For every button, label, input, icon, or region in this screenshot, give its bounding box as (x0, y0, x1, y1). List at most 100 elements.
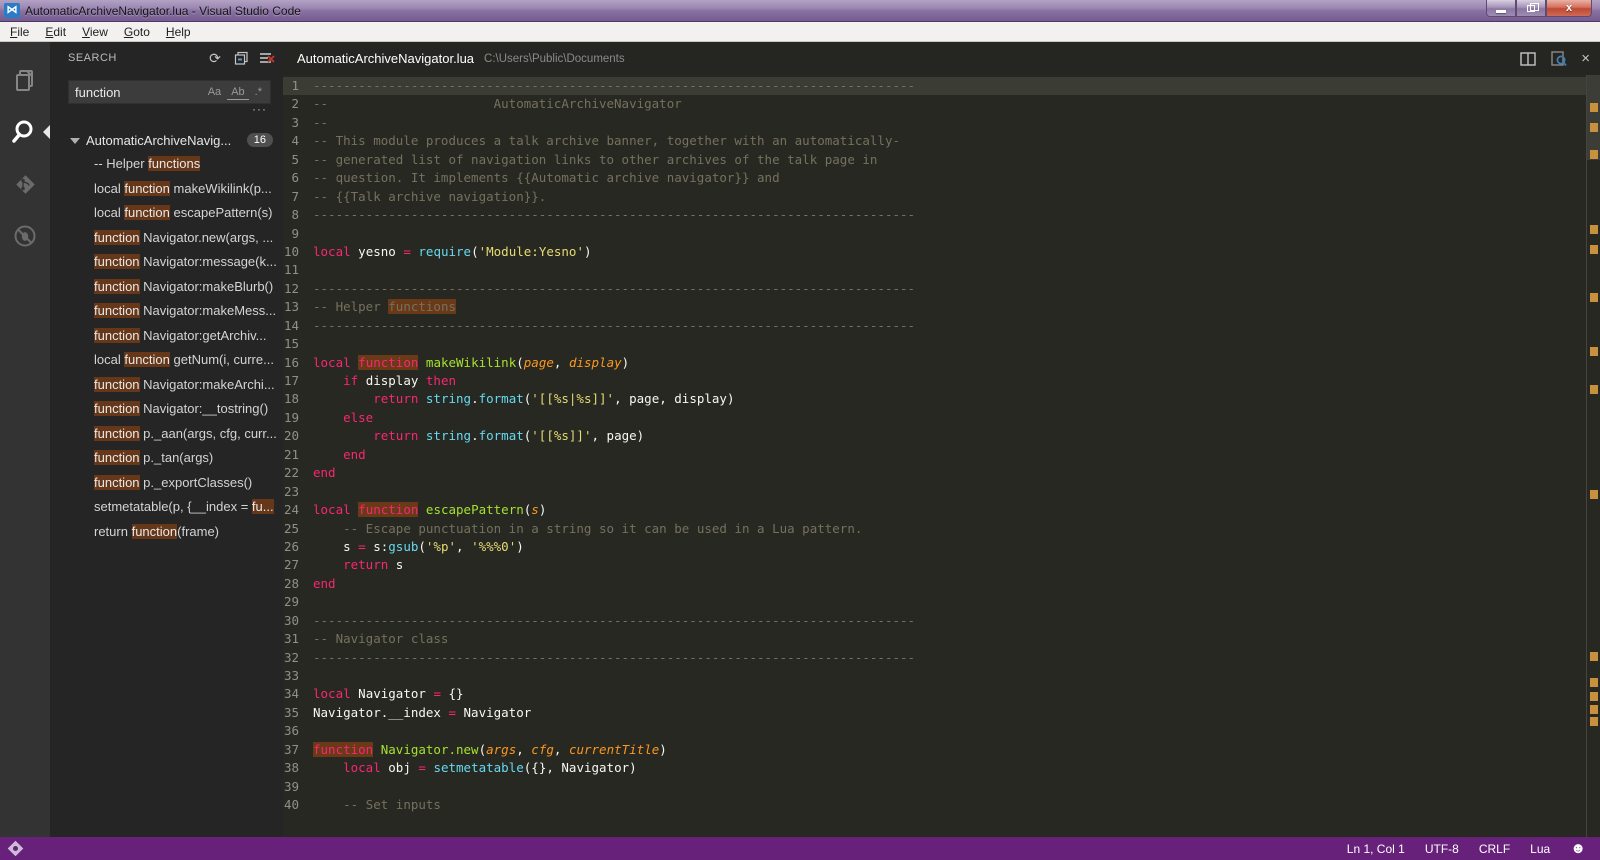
search-input[interactable]: function Aa Ab .* (68, 80, 271, 104)
scrollbar-slider[interactable] (1587, 75, 1600, 160)
code-line-1[interactable]: 1---------------------------------------… (283, 77, 1586, 95)
clear-search-results-icon[interactable] (259, 50, 275, 66)
code-line-18[interactable]: 18 return string.format('[[%s|%s]]', pag… (283, 390, 1586, 408)
code-area[interactable]: 1---------------------------------------… (283, 75, 1586, 837)
menu-item-edit[interactable]: Edit (37, 23, 74, 41)
code-line-22[interactable]: 22end (283, 464, 1586, 482)
search-result-row[interactable]: local function getNum(i, curre... (50, 348, 283, 373)
code-line-6[interactable]: 6-- question. It implements {{Automatic … (283, 169, 1586, 187)
search-result-row[interactable]: function p._exportClasses() (50, 471, 283, 496)
code-line-29[interactable]: 29 (283, 593, 1586, 611)
code-line-16[interactable]: 16local function makeWikilink(page, disp… (283, 354, 1586, 372)
code-line-11[interactable]: 11 (283, 261, 1586, 279)
code-line-8[interactable]: 8---------------------------------------… (283, 206, 1586, 224)
search-result-row[interactable]: function Navigator:__tostring() (50, 397, 283, 422)
whole-word-toggle[interactable]: Ab (227, 85, 248, 100)
code-line-12[interactable]: 12--------------------------------------… (283, 280, 1586, 298)
code-line-15[interactable]: 15 (283, 335, 1586, 353)
feedback-smiley-icon[interactable]: ☻ (1570, 841, 1586, 856)
regex-toggle[interactable]: .* (251, 85, 266, 99)
search-result-row[interactable]: setmetatable(p, {__index = fu... (50, 495, 283, 520)
code-line-5[interactable]: 5-- generated list of navigation links t… (283, 151, 1586, 169)
search-result-row[interactable]: function p._tan(args) (50, 446, 283, 471)
search-result-row[interactable]: function Navigator:message(k... (50, 250, 283, 275)
code-line-38[interactable]: 38 local obj = setmetatable({}, Navigato… (283, 759, 1586, 777)
code-line-40[interactable]: 40 -- Set inputs (283, 796, 1586, 814)
search-result-row[interactable]: function Navigator:makeArchi... (50, 373, 283, 398)
collapse-all-icon[interactable] (233, 50, 249, 66)
code-line-13[interactable]: 13-- Helper functions (283, 298, 1586, 316)
toggle-search-details[interactable]: ··· (252, 104, 267, 120)
code-line-19[interactable]: 19 else (283, 409, 1586, 427)
code-line-17[interactable]: 17 if display then (283, 372, 1586, 390)
search-query-text: function (75, 85, 202, 100)
search-result-row[interactable]: local function makeWikilink(p... (50, 177, 283, 202)
search-result-row[interactable]: function p._aan(args, cfg, curr... (50, 422, 283, 447)
code-line-23[interactable]: 23 (283, 483, 1586, 501)
sidebar-item-explorer[interactable] (0, 54, 50, 106)
search-result-row[interactable]: function Navigator.new(args, ... (50, 226, 283, 251)
code-line-35[interactable]: 35Navigator.__index = Navigator (283, 704, 1586, 722)
search-result-row[interactable]: return function(frame) (50, 520, 283, 545)
close-button[interactable]: x (1546, 0, 1592, 17)
close-editor-icon[interactable]: × (1581, 50, 1590, 67)
search-result-row[interactable]: local function escapePattern(s) (50, 201, 283, 226)
match-case-toggle[interactable]: Aa (204, 85, 225, 99)
code-line-39[interactable]: 39 (283, 778, 1586, 796)
split-editor-icon[interactable] (1520, 52, 1536, 66)
menu-item-view[interactable]: View (74, 23, 116, 41)
search-match-marker (1590, 385, 1598, 394)
menu-item-file[interactable]: File (2, 23, 37, 41)
code-line-27[interactable]: 27 return s (283, 556, 1586, 574)
expand-twistie-icon[interactable] (70, 138, 80, 144)
status-item-ln-1-col-1[interactable]: Ln 1, Col 1 (1347, 842, 1405, 856)
code-line-14[interactable]: 14--------------------------------------… (283, 317, 1586, 335)
code-line-30[interactable]: 30--------------------------------------… (283, 612, 1586, 630)
code-line-34[interactable]: 34local Navigator = {} (283, 685, 1586, 703)
sidebar-item-debug[interactable] (0, 210, 50, 262)
menu-item-help[interactable]: Help (158, 23, 199, 41)
refresh-icon[interactable]: ⟳ (207, 50, 223, 66)
search-result-row[interactable]: -- Helper functions (50, 152, 283, 177)
search-match-marker (1590, 717, 1598, 726)
search-result-row[interactable]: function Navigator:getArchiv... (50, 324, 283, 349)
open-preview-icon[interactable] (1550, 51, 1567, 67)
code-line-33[interactable]: 33 (283, 667, 1586, 685)
status-diamond-icon[interactable] (8, 841, 24, 857)
status-item-lua[interactable]: Lua (1530, 842, 1550, 856)
code-line-36[interactable]: 36 (283, 722, 1586, 740)
status-item-utf-8[interactable]: UTF-8 (1425, 842, 1459, 856)
search-result-row[interactable]: function Navigator:makeBlurb() (50, 275, 283, 300)
result-file-row[interactable]: AutomaticArchiveNavig... 16 (50, 128, 283, 152)
code-line-31[interactable]: 31-- Navigator class (283, 630, 1586, 648)
minimize-icon (1496, 10, 1506, 13)
line-number: 36 (283, 722, 313, 740)
line-number: 18 (283, 390, 313, 408)
status-item-crlf[interactable]: CRLF (1479, 842, 1510, 856)
code-line-9[interactable]: 9 (283, 225, 1586, 243)
code-line-37[interactable]: 37function Navigator.new(args, cfg, curr… (283, 741, 1586, 759)
sidebar-item-search[interactable] (0, 106, 50, 158)
minimize-button[interactable] (1486, 0, 1516, 17)
search-result-row[interactable]: function Navigator:makeMess... (50, 299, 283, 324)
code-line-2[interactable]: 2-- AutomaticArchiveNavigator (283, 95, 1586, 113)
code-line-3[interactable]: 3-- (283, 114, 1586, 132)
line-number: 4 (283, 132, 313, 150)
code-line-21[interactable]: 21 end (283, 446, 1586, 464)
menu-item-goto[interactable]: Goto (116, 23, 158, 41)
scrollbar-overview-ruler[interactable] (1586, 75, 1600, 837)
sidebar-item-git[interactable] (0, 158, 50, 210)
code-line-7[interactable]: 7-- {{Talk archive navigation}}. (283, 188, 1586, 206)
restore-button[interactable] (1516, 0, 1546, 17)
line-content: ----------------------------------------… (313, 317, 915, 335)
code-line-26[interactable]: 26 s = s:gsub('%p', '%%%0') (283, 538, 1586, 556)
code-line-32[interactable]: 32--------------------------------------… (283, 649, 1586, 667)
editor-title-bar: AutomaticArchiveNavigator.lua C:\Users\P… (283, 42, 1600, 75)
code-line-10[interactable]: 10local yesno = require('Module:Yesno') (283, 243, 1586, 261)
code-line-20[interactable]: 20 return string.format('[[%s]]', page) (283, 427, 1586, 445)
code-line-25[interactable]: 25 -- Escape punctuation in a string so … (283, 520, 1586, 538)
code-line-24[interactable]: 24local function escapePattern(s) (283, 501, 1586, 519)
line-content: -- AutomaticArchiveNavigator (313, 95, 682, 113)
code-line-4[interactable]: 4-- This module produces a talk archive … (283, 132, 1586, 150)
code-line-28[interactable]: 28end (283, 575, 1586, 593)
